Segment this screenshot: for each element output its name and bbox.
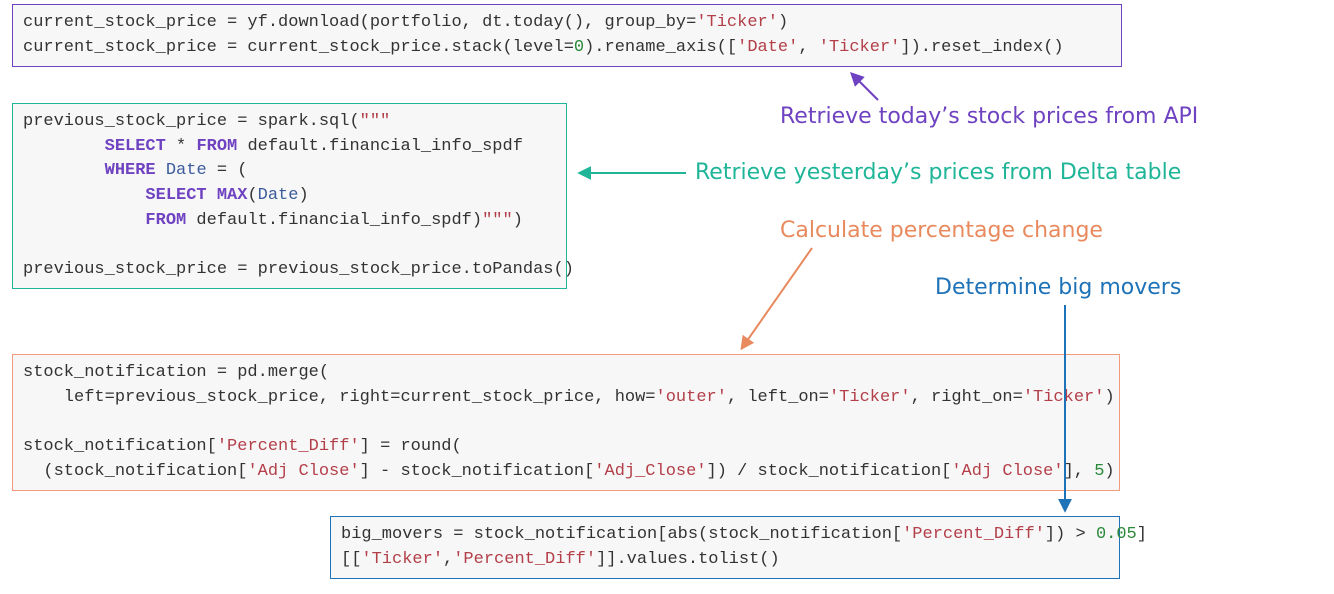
label-percent-change: Calculate percentage change — [780, 218, 1103, 243]
code-block-today-api: current_stock_price = yf.download(portfo… — [12, 4, 1122, 67]
arrow-purple — [852, 74, 878, 100]
diagram-stage: current_stock_price = yf.download(portfo… — [0, 0, 1334, 594]
arrow-coral — [742, 248, 812, 348]
code-block-yesterday-delta: previous_stock_price = spark.sql(""" SEL… — [12, 103, 567, 289]
label-today-api: Retrieve today’s stock prices from API — [780, 104, 1198, 129]
code-block-percent-change: stock_notification = pd.merge( left=prev… — [12, 354, 1120, 491]
code-block-big-movers: big_movers = stock_notification[abs(stoc… — [330, 516, 1120, 579]
label-big-movers: Determine big movers — [935, 275, 1181, 300]
label-yesterday-delta: Retrieve yesterday’s prices from Delta t… — [695, 160, 1181, 185]
